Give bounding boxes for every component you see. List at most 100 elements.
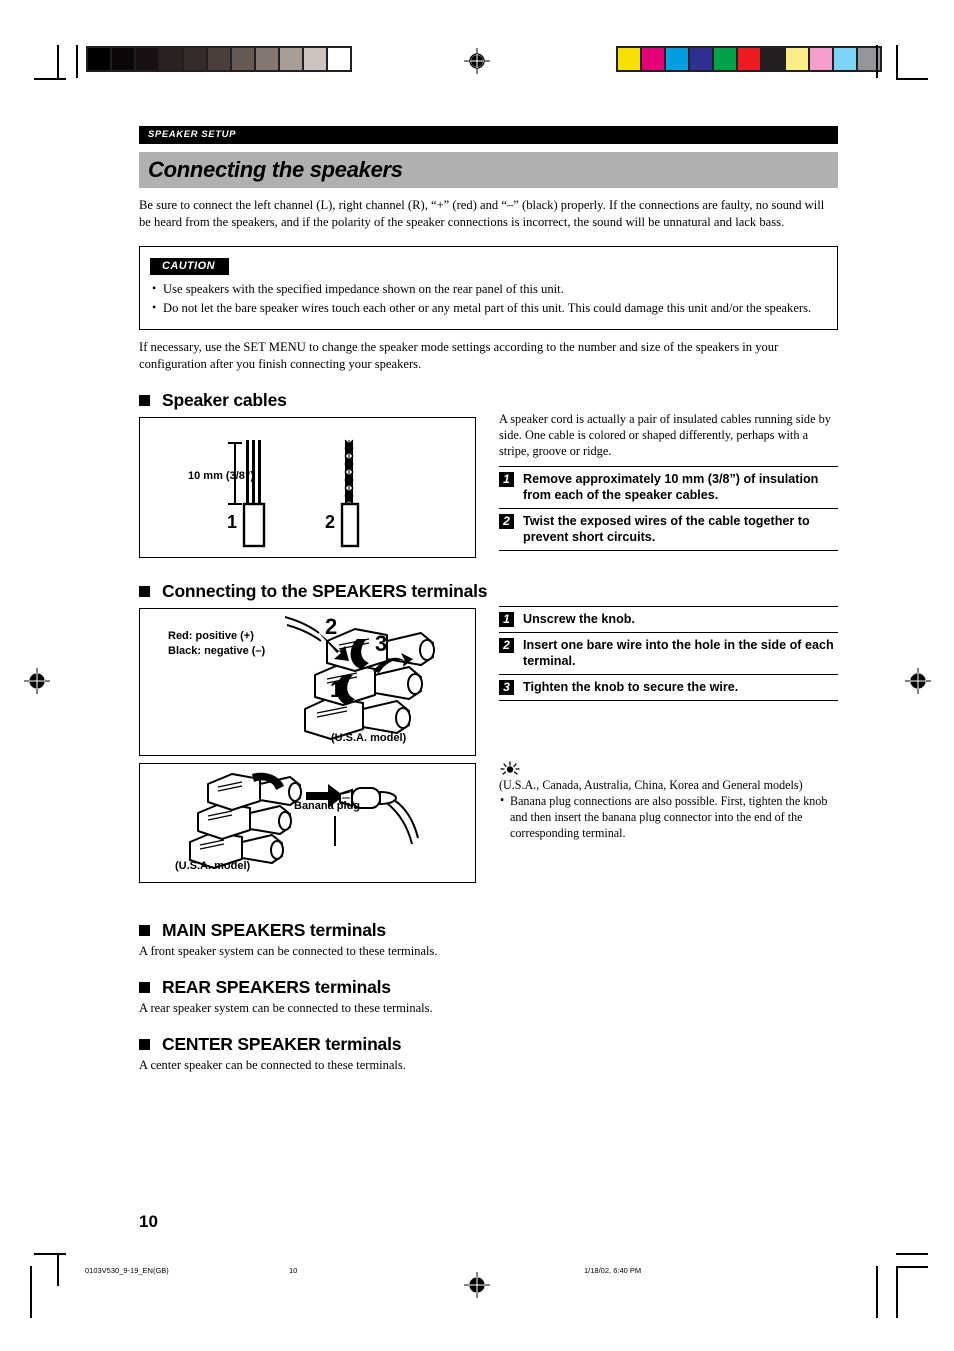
terminal-steps-column: 1 Unscrew the knob. 2 Insert one bare wi…: [499, 605, 838, 702]
terminal-steps: 1 Unscrew the knob. 2 Insert one bare wi…: [499, 605, 838, 702]
registration-mark-left: [24, 668, 50, 694]
intro-paragraph: Be sure to connect the left channel (L),…: [139, 198, 825, 230]
footer-page-number: 10: [289, 1266, 298, 1275]
cable-callout-2: 2: [325, 511, 336, 532]
print-footer: 0103V530_9-19_EN(GB) 10 1/18/02, 6:40 PM: [0, 1266, 954, 1282]
terminal-sections: MAIN SPEAKERS terminals A front speaker …: [139, 920, 838, 1075]
page-title-bar: Connecting the speakers: [139, 152, 838, 188]
calibration-swatch: [160, 48, 184, 70]
banana-plug-figure: Banana plug (U.S.A. model): [139, 762, 476, 883]
heading-text: Speaker cables: [162, 389, 287, 410]
step-item: 3 Tighten the knob to secure the wire.: [499, 675, 838, 702]
caution-box: CAUTION Use speakers with the specified …: [139, 245, 838, 330]
center-speaker-body: A center speaker can be connected to the…: [139, 1058, 406, 1073]
crop-mark-br-h: [896, 1253, 928, 1255]
after-caution-paragraph: If necessary, use the SET MENU to change…: [139, 340, 779, 372]
cable-callout-1: 1: [227, 511, 238, 532]
square-bullet-icon: [139, 924, 150, 936]
step-text: Twist the exposed wires of the cable tog…: [523, 514, 810, 545]
calibration-swatch: [786, 48, 810, 70]
cable-measure-label: 10 mm (3/8”): [188, 469, 255, 482]
square-bullet-icon: [139, 394, 150, 406]
calibration-swatch: [738, 48, 762, 70]
heading-main-speakers: MAIN SPEAKERS terminals: [139, 920, 838, 941]
crop-mark-tr-h: [896, 78, 928, 80]
heading-text: MAIN SPEAKERS terminals: [162, 919, 386, 940]
tip-icon-row: [499, 761, 838, 777]
terminal-callout-2: 2: [325, 613, 338, 639]
registration-mark-top: [464, 48, 490, 74]
calibration-swatch: [328, 48, 350, 70]
terminal-callout-3: 3: [375, 630, 388, 656]
terminal-model-note: (U.S.A. model): [331, 731, 407, 744]
square-bullet-icon: [139, 1039, 150, 1051]
speaker-cord-description: A speaker cord is actually a pair of ins…: [499, 411, 831, 459]
grayscale-calibration-bar: [86, 46, 352, 72]
square-bullet-icon: [139, 585, 150, 597]
heading-center-speaker: CENTER SPEAKER terminals: [139, 1034, 838, 1055]
step-text: Insert one bare wire into the hole in th…: [523, 637, 834, 668]
calibration-swatch: [618, 48, 642, 70]
tip-note: Banana plug connections are also possibl…: [499, 792, 838, 841]
calibration-swatch: [810, 48, 834, 70]
registration-mark-right: [905, 668, 931, 694]
page-number: 10: [139, 1212, 158, 1231]
calibration-swatch: [304, 48, 328, 70]
step-item: 1 Remove approximately 10 mm (3/8”) of i…: [499, 467, 838, 509]
footer-timestamp: 1/18/02, 6:40 PM: [584, 1266, 642, 1275]
crop-mark-bl-h: [34, 1253, 66, 1255]
step-item: 2 Insert one bare wire into the hole in …: [499, 633, 838, 676]
banana-plug-label: Banana plug: [294, 799, 361, 812]
calibration-swatch: [136, 48, 160, 70]
calibration-swatch: [232, 48, 256, 70]
terminal-callout-1: 1: [330, 676, 343, 702]
crop-mark-tl-v: [57, 45, 59, 78]
banana-plug-leader-line: [334, 815, 336, 846]
section-tab: SPEAKER SETUP: [139, 126, 838, 144]
calibration-swatch: [112, 48, 136, 70]
banana-model-note: (U.S.A. model): [175, 859, 251, 872]
crop-mark-tr-v: [876, 45, 878, 78]
calibration-swatch: [762, 48, 786, 70]
calibration-swatch: [88, 48, 112, 70]
tip-block: (U.S.A., Canada, Australia, China, Korea…: [499, 761, 838, 841]
crop-mark-tr-v2: [896, 45, 898, 78]
page-title: Connecting the speakers: [148, 157, 403, 182]
heading-speakers-terminals: Connecting to the SPEAKERS terminals: [139, 581, 838, 602]
caution-item: Do not let the bare speaker wires touch …: [150, 299, 827, 317]
speaker-cable-diagram: [228, 439, 360, 547]
heading-text: REAR SPEAKERS terminals: [162, 977, 391, 997]
speaker-cable-steps: 1 Remove approximately 10 mm (3/8”) of i…: [499, 465, 838, 552]
crop-mark-tl-v2: [76, 45, 78, 78]
rear-speakers-body: A rear speaker system can be connected t…: [139, 1001, 433, 1015]
terminal-connection-figure: Red: positive (+) Black: negative (–) 2 …: [139, 607, 476, 756]
calibration-swatch: [666, 48, 690, 70]
manual-page: SPEAKER SETUP Connecting the speakers Be…: [0, 0, 954, 1351]
main-speakers-body: A front speaker system can be connected …: [139, 943, 438, 958]
calibration-swatch: [280, 48, 304, 70]
step-number: 1: [499, 471, 514, 487]
calibration-swatch: [184, 48, 208, 70]
caution-list: Use speakers with the specified impedanc…: [150, 280, 827, 317]
speaker-cables-text: A speaker cord is actually a pair of ins…: [499, 411, 838, 552]
color-calibration-bar: [616, 46, 882, 72]
speaker-cables-region: 10 mm (3/8”) 1 2 A speaker cord is actua…: [139, 412, 838, 567]
step-text: Unscrew the knob.: [523, 611, 635, 626]
legend-red-positive: Red: positive (+): [168, 629, 254, 642]
step-number: 2: [499, 637, 514, 653]
step-item: 1 Unscrew the knob.: [499, 607, 838, 633]
step-number: 1: [499, 611, 514, 627]
legend-black-negative: Black: negative (–): [168, 644, 266, 657]
calibration-swatch: [714, 48, 738, 70]
step-text: Remove approximately 10 mm (3/8”) of ins…: [523, 471, 819, 502]
tip-models-line: (U.S.A., Canada, Australia, China, Korea…: [499, 777, 803, 792]
square-bullet-icon: [139, 982, 150, 993]
heading-speaker-cables: Speaker cables: [139, 390, 838, 411]
footer-file-name: 0103V530_9-19_EN(GB): [85, 1266, 169, 1275]
calibration-swatch: [642, 48, 666, 70]
heading-rear-speakers: REAR SPEAKERS terminals: [139, 977, 838, 998]
speakers-terminals-region: Red: positive (+) Black: negative (–) 2 …: [139, 605, 838, 903]
caution-label: CAUTION: [150, 257, 229, 275]
calibration-swatch: [834, 48, 858, 70]
step-number: 3: [499, 680, 514, 696]
